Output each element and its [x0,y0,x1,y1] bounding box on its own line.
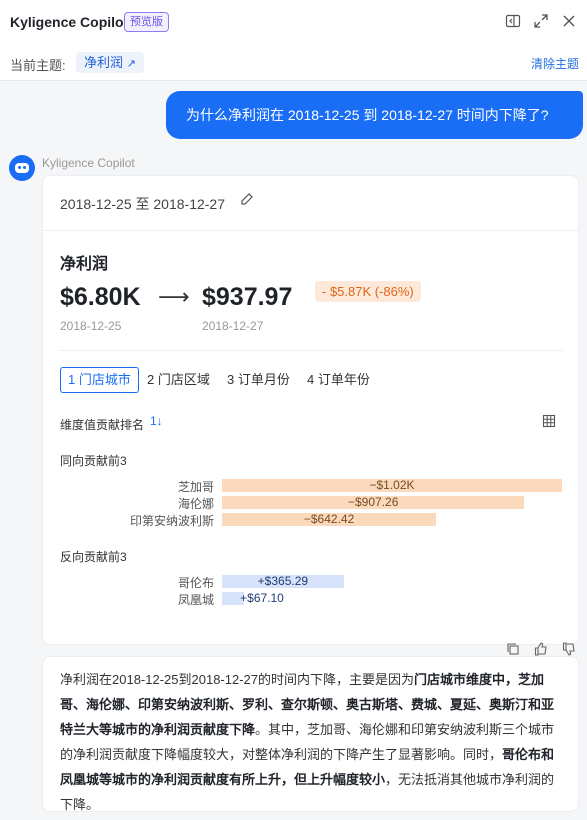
start-value: $6.80K [60,283,141,311]
start-date: 2018-12-25 [60,319,122,333]
delta-badge: - $5.87K (-86%) [315,281,421,302]
clear-topic-link[interactable]: 清除主题 [531,55,579,72]
ranking-title: 维度值贡献排名 [60,418,145,432]
external-link-icon: ↗ [126,58,136,70]
expand-icon[interactable] [533,13,549,29]
date-range: 2018-12-25 至 2018-12-27 [60,196,226,212]
answer-part: 净利润在2018-12-25到2018-12-27的时间内下降，主要是因为 [60,672,414,687]
metric-name: 净利润 [60,256,109,273]
bar-value-label: −$642.42 [303,512,355,526]
bot-name: Kyligence Copilot [42,156,135,170]
bar-value-label: +$67.10 [240,591,284,605]
answer-text: 净利润在2018-12-25到2018-12-27的时间内下降，主要是因为门店城… [42,656,579,812]
user-message: 为什么净利润在 2018-12-25 到 2018-12-27 时间内下降了? [166,91,583,139]
negative-contribution-title: 反向贡献前3 [60,550,127,564]
bot-avatar-icon [9,155,35,181]
bar-category-label: 哥伦布 [177,576,214,590]
end-date: 2018-12-27 [202,319,264,333]
close-icon[interactable] [561,13,577,29]
section-divider [60,350,563,351]
edit-icon[interactable] [240,192,254,209]
bar-value-label: −$1.02K [369,478,415,492]
bar-category-label: 芝加哥 [177,480,214,494]
positive-contribution-title: 同向贡献前3 [60,454,127,468]
topic-chip[interactable]: 净利润 ↗ [76,52,144,73]
tab-order-month[interactable]: 3 订单月份 [219,367,298,393]
bar-category-label: 凤凰城 [177,593,214,607]
end-value: $937.97 [202,283,293,311]
app-header: Kyligence Copilot 预览版 [0,0,587,44]
app-title: Kyligence Copilot [10,14,129,30]
tab-store-region[interactable]: 2 门店区域 [139,367,218,393]
tab-order-year[interactable]: 4 订单年份 [299,367,378,393]
sort-icon[interactable]: 1↓ [150,414,163,428]
topic-chip-label: 净利润 [84,55,124,70]
tab-store-city[interactable]: 1 门店城市 [60,367,139,393]
bar-category-label: 海伦娜 [177,497,214,511]
bar-value-label: −$907.26 [348,495,399,509]
preview-badge: 预览版 [124,12,169,32]
sidebar-toggle-icon[interactable] [505,13,521,29]
table-view-icon[interactable] [542,414,556,431]
bar-category-label: 印第安纳波利斯 [129,514,214,528]
topic-label: 当前主题: [10,58,66,73]
bar-value-label: +$365.29 [257,574,309,588]
card-divider [43,230,578,231]
arrow-right-icon: ⟶ [158,284,190,309]
topic-bar: 当前主题: 净利润 ↗ 清除主题 [0,44,587,81]
